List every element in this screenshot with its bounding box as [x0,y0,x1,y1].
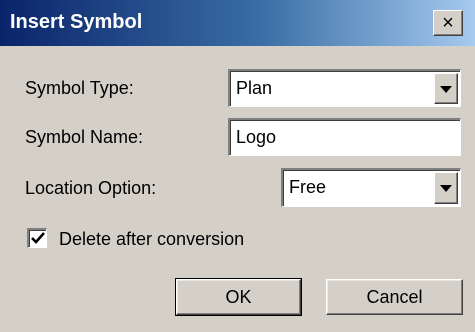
ok-button[interactable]: OK [175,278,302,316]
location-option-value: Free [289,177,327,197]
delete-after-conversion-label: Delete after conversion [59,229,245,249]
window-title: Insert Symbol [10,11,143,33]
chevron-down-icon [440,185,452,192]
symbol-type-value: Plan [236,78,273,98]
cancel-button[interactable]: Cancel [326,279,463,315]
symbol-type-label: Symbol Type: [25,78,134,98]
location-option-select[interactable]: Free [281,168,461,207]
symbol-name-label: Symbol Name: [25,127,144,147]
symbol-type-select[interactable]: Plan [228,69,461,107]
symbol-type-dropdown-button[interactable] [434,73,458,104]
location-option-label: Location Option: [25,178,157,198]
delete-after-conversion-checkbox[interactable] [27,228,47,248]
symbol-name-input[interactable]: Logo [228,118,461,156]
location-option-dropdown-button[interactable] [434,172,458,204]
close-button[interactable]: × [433,10,463,36]
title-bar: Insert Symbol × [0,0,475,46]
checkmark-icon [31,232,45,244]
symbol-name-value: Logo [236,127,277,147]
chevron-down-icon [440,85,452,93]
close-icon: × [442,12,454,34]
